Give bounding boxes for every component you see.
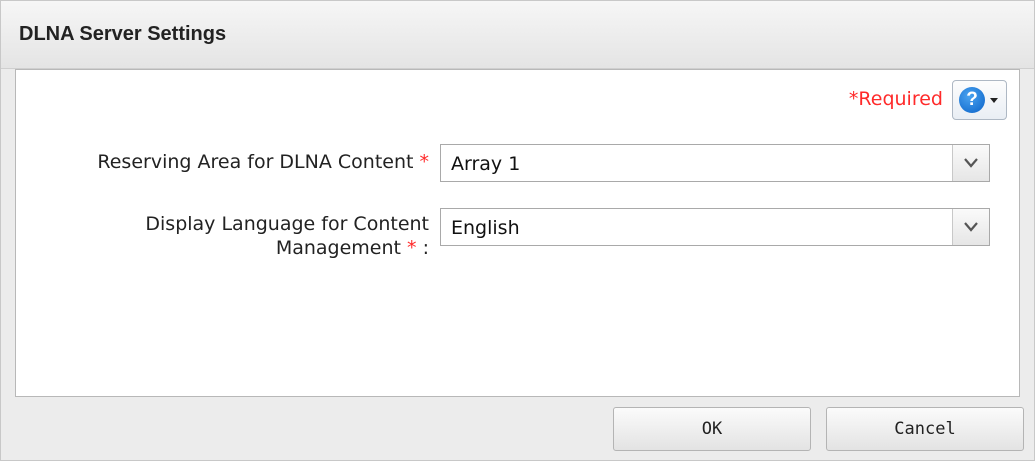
settings-panel: *Required ? Reserving Area for DLNA Cont… (15, 69, 1020, 397)
label-colon: : (416, 237, 429, 259)
display-language-select[interactable]: English (440, 208, 990, 246)
display-language-label-line2: Management (275, 237, 401, 259)
question-circle-icon: ? (959, 87, 985, 113)
chevron-down-icon[interactable] (952, 145, 989, 181)
display-language-label-line1: Display Language for Content (145, 213, 429, 235)
chevron-down-icon[interactable] (952, 209, 989, 245)
required-asterisk: * (407, 237, 417, 259)
required-note: *Required (848, 88, 943, 110)
help-button[interactable]: ? (952, 80, 1007, 120)
dialog-title: DLNA Server Settings (19, 23, 227, 45)
reserving-area-value: Array 1 (451, 153, 521, 175)
required-asterisk: * (419, 151, 430, 173)
cancel-button[interactable]: Cancel (826, 407, 1024, 451)
reserving-area-label: Reserving Area for DLNA Content * (97, 150, 429, 174)
display-language-value: English (451, 217, 520, 239)
dlna-server-settings-dialog: DLNA Server Settings *Required ? Reservi… (0, 0, 1035, 461)
dialog-title-bar: DLNA Server Settings (1, 1, 1034, 69)
display-language-label: Display Language for Content Management … (145, 212, 429, 260)
caret-down-icon (990, 98, 998, 103)
reserving-area-label-text: Reserving Area for DLNA Content (97, 151, 414, 173)
ok-button[interactable]: OK (613, 407, 811, 451)
reserving-area-select[interactable]: Array 1 (440, 144, 990, 182)
